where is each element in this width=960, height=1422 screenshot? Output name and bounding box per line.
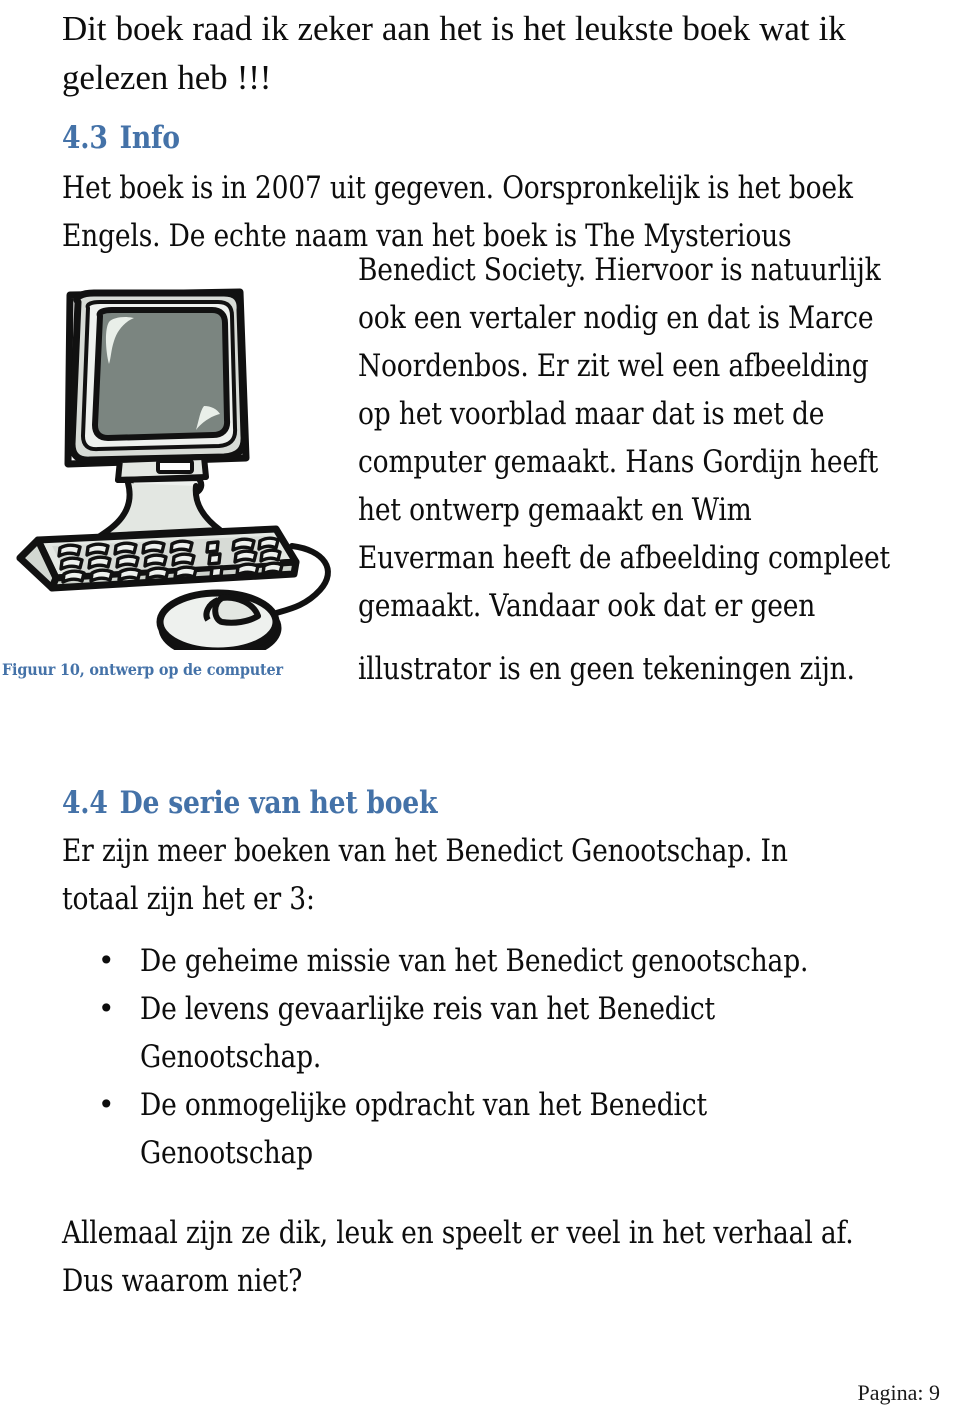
section-4-3-wrapped-text: Benedict Society. Hiervoor is natuurlijk… xyxy=(358,246,958,630)
intro-line-2: gelezen heb !!! xyxy=(62,58,272,97)
section-4-3-number: 4.3 xyxy=(62,120,108,156)
wrapped-line-3: Noordenbos. Er zit wel een afbeelding xyxy=(358,348,869,384)
list-item-line: Genootschap xyxy=(140,1135,313,1171)
intro-paragraph: Dit boek raad ik zeker aan het is het le… xyxy=(62,0,942,102)
section-4-4-closing: Allemaal zijn ze dik, leuk en speelt er … xyxy=(62,1209,952,1305)
list-item-line: De onmogelijke opdracht van het Benedict xyxy=(140,1087,707,1123)
book-series-list: • De geheime missie van het Benedict gen… xyxy=(62,937,952,1177)
wrapped-line-8: gemaakt. Vandaar ook dat er geen xyxy=(358,588,816,624)
section-4-4-intro-line-1: Er zijn meer boeken van het Benedict Gen… xyxy=(62,833,788,869)
bullet-icon: • xyxy=(98,1088,115,1121)
section-4-4: 4.4 De serie van het boek Er zijn meer bo… xyxy=(62,783,952,1177)
closing-line-1: Allemaal zijn ze dik, leuk en speelt er … xyxy=(62,1215,854,1251)
section-4-4-intro: Er zijn meer boeken van het Benedict Gen… xyxy=(62,827,952,923)
closing-line-2: Dus waarom niet? xyxy=(62,1263,303,1299)
intro-line-1: Dit boek raad ik zeker aan het is het le… xyxy=(62,9,846,48)
page-footer: Pagina: 9 xyxy=(857,1380,941,1405)
figure-10-caption: Figuur 10, ontwerp op de computer xyxy=(2,660,283,679)
list-item-line: De levens gevaarlijke reis van het Bened… xyxy=(140,991,716,1027)
wrapped-line-5: computer gemaakt. Hans Gordijn heeft xyxy=(358,444,879,480)
tail-line-text: illustrator is en geen tekeningen zijn. xyxy=(358,651,855,687)
wrapped-line-6: het ontwerp gemaakt en Wim xyxy=(358,492,752,528)
section-4-3: 4.3 Info Het boek is in 2007 uit gegeven.… xyxy=(62,118,942,260)
list-item: • De onmogelijke opdracht van het Benedi… xyxy=(62,1081,952,1177)
section-4-3-heading: 4.3 Info xyxy=(62,118,819,158)
figure-10 xyxy=(0,278,345,703)
list-item: • De geheime missie van het Benedict gen… xyxy=(62,937,952,985)
computer-icon xyxy=(16,288,331,650)
section-4-3-tail-line: illustrator is en geen tekeningen zijn. xyxy=(358,645,939,693)
wrapped-line-2: ook een vertaler nodig en dat is Marce xyxy=(358,300,874,336)
bullet-icon: • xyxy=(98,944,115,977)
section-4-4-intro-line-2: totaal zijn het er 3: xyxy=(62,881,315,917)
wrapped-line-7: Euverman heeft de afbeelding compleet xyxy=(358,540,890,576)
document-page: Dit boek raad ik zeker aan het is het le… xyxy=(0,0,960,1422)
section-4-4-title: De serie van het boek xyxy=(119,785,438,821)
list-item-line: Genootschap. xyxy=(140,1039,322,1075)
lead-line-1: Het boek is in 2007 uit gegeven. Oorspro… xyxy=(62,170,853,206)
section-4-3-title: Info xyxy=(119,120,180,156)
section-4-4-number: 4.4 xyxy=(62,785,108,821)
list-item: • De levens gevaarlijke reis van het Ben… xyxy=(62,985,952,1081)
bullet-icon: • xyxy=(98,992,115,1025)
section-4-4-heading: 4.4 De serie van het boek xyxy=(62,783,827,823)
wrapped-line-4: op het voorblad maar dat is met de xyxy=(358,396,825,432)
list-item-line: De geheime missie van het Benedict genoo… xyxy=(140,943,809,979)
wrapped-line-1: Benedict Society. Hiervoor is natuurlijk xyxy=(358,252,881,288)
